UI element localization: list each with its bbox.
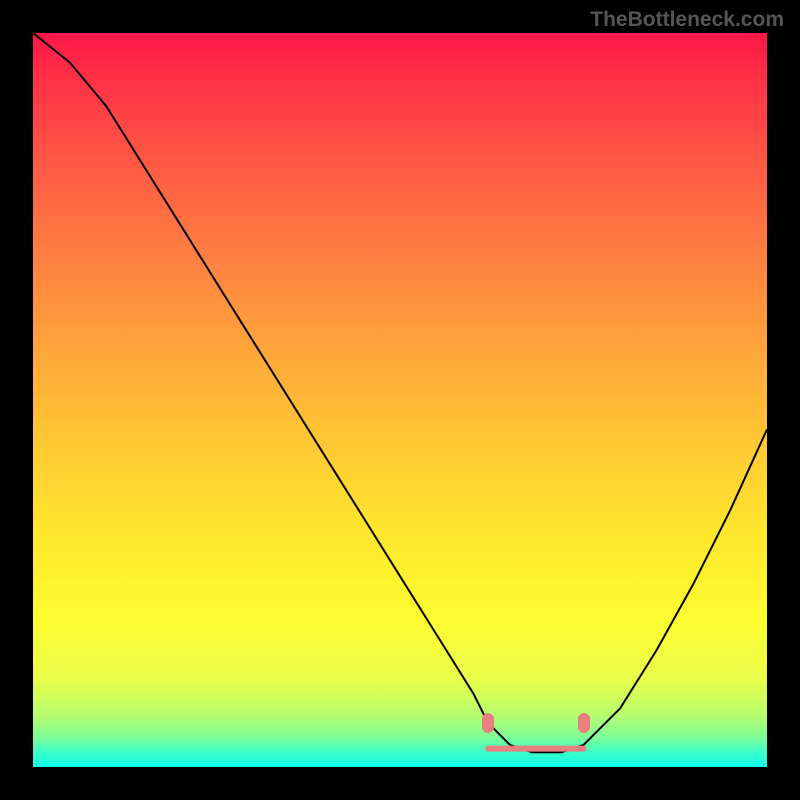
chart-curve-svg — [33, 33, 767, 767]
chart-plot-area — [33, 33, 767, 767]
attribution-text: TheBottleneck.com — [590, 8, 784, 32]
chart-marker-1 — [578, 713, 590, 733]
chart-marker-0 — [482, 713, 494, 733]
bottleneck-curve-path — [33, 33, 767, 752]
